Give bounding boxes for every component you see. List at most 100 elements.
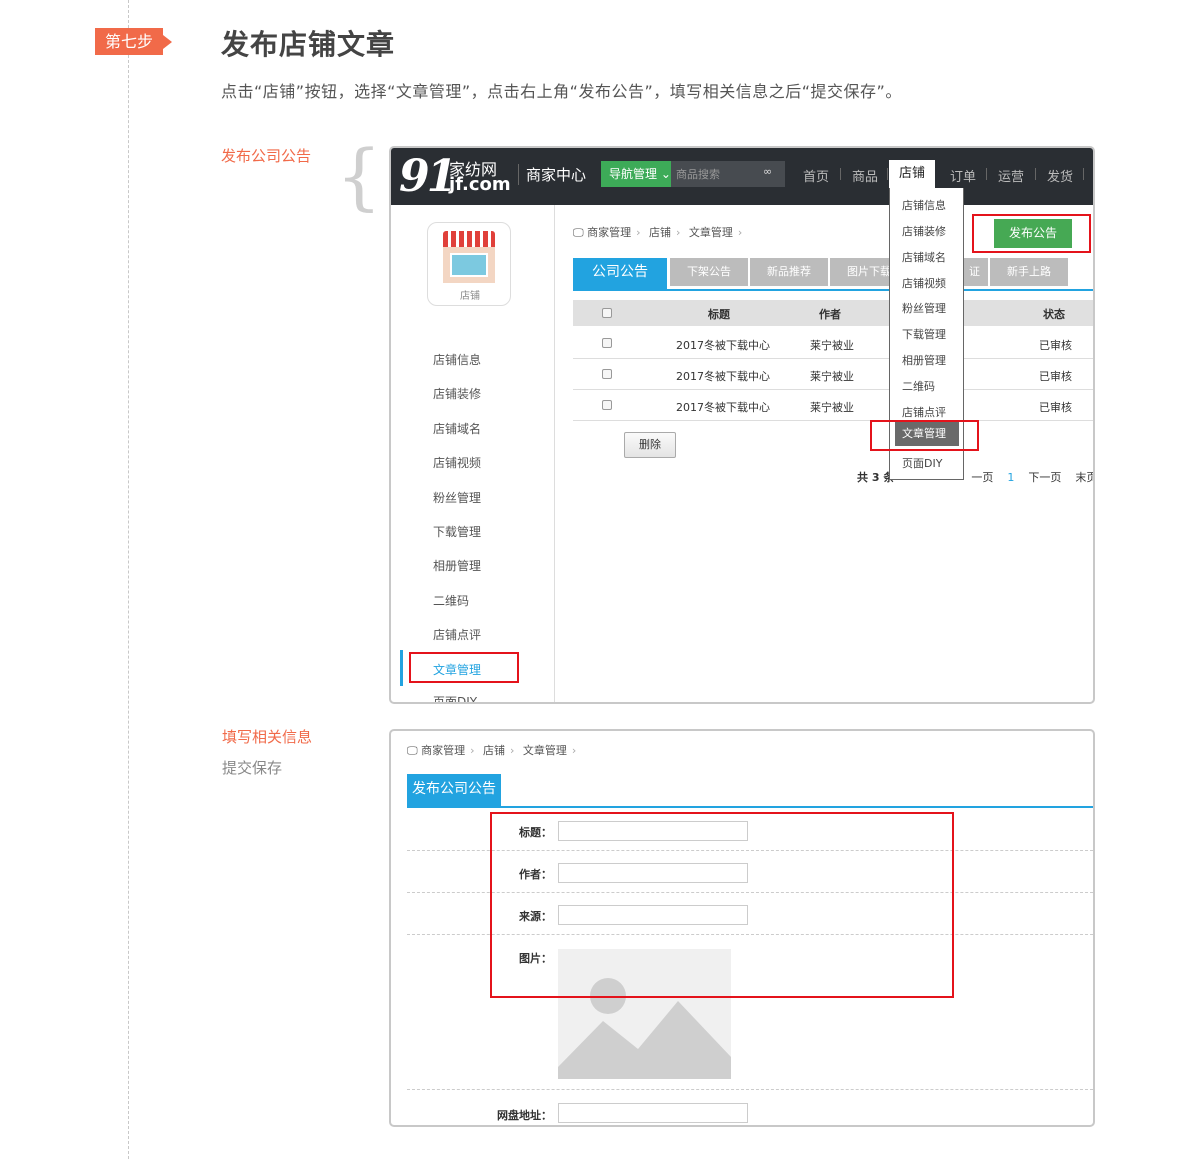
tab-bar: 公司公告 下架公告 新品推荐 图片下载 证 新手上路 (573, 258, 1093, 291)
row-title[interactable]: 2017冬被下载中心 (676, 337, 770, 353)
table-row: 2017冬被下载中心 莱宁被业 已审核 (573, 328, 1093, 359)
tab-underline (407, 806, 1093, 808)
pager-prev[interactable]: 一页 (971, 471, 993, 484)
product-search-input[interactable]: 商品搜索 ∞ (671, 161, 785, 187)
sidebar-item-shop-info[interactable]: 店铺信息 (433, 351, 481, 368)
dropdown-item[interactable]: 粉丝管理 (902, 300, 946, 316)
highlight-articles-sidebar (409, 652, 519, 683)
nav-separator (1083, 168, 1084, 180)
row-status: 已审核 (1039, 339, 1072, 352)
row-author: 莱宁被业 (810, 370, 854, 383)
tab-publish-announcement[interactable]: 发布公司公告 (407, 774, 501, 808)
tab-beginner[interactable]: 新手上路 (990, 258, 1068, 286)
nav-home[interactable]: 首页 (803, 166, 829, 185)
row-title[interactable]: 2017冬被下载中心 (676, 399, 770, 415)
highlight-publish-button (972, 214, 1091, 253)
monitor-icon: 🖵 (407, 744, 418, 757)
shop-icon-label: 店铺 (460, 291, 480, 302)
dropdown-item[interactable]: 相册管理 (902, 352, 946, 368)
logo-number: 91 (399, 151, 457, 202)
nav-separator (1035, 168, 1036, 180)
section-label-fill-info: 填写相关信息 (222, 728, 313, 746)
search-placeholder: 商品搜索 (676, 168, 720, 181)
shop-window (450, 253, 488, 277)
instruction-text: 点击“店铺”按钮，选择“文章管理”，点击右上角“发布公告”，填写相关信息之后“提… (221, 82, 902, 101)
sidebar-item-shop-domain[interactable]: 店铺域名 (433, 420, 481, 437)
row-title[interactable]: 2017冬被下载中心 (676, 368, 770, 384)
delete-button[interactable]: 删除 (624, 432, 676, 458)
nav-shipping[interactable]: 发货 (1047, 166, 1073, 185)
row-author: 莱宁被业 (810, 401, 854, 414)
dropdown-item[interactable]: 店铺装修 (902, 223, 946, 239)
table-row: 2017冬被下载中心 莱宁被业 已审核 (573, 359, 1093, 390)
dropdown-item[interactable]: 下载管理 (902, 326, 946, 342)
nav-operations[interactable]: 运营 (998, 166, 1024, 185)
merchant-center-title: 商家中心 (518, 164, 586, 185)
table-header: 标题 作者 状态 (573, 300, 1093, 326)
shop-awning (443, 231, 495, 247)
sidebar-item-qrcode[interactable]: 二维码 (433, 592, 469, 609)
netdisk-input[interactable] (558, 1103, 748, 1123)
row-author: 莱宁被业 (810, 339, 854, 352)
chevron-down-icon: ⌄ (660, 167, 671, 181)
dropdown-item[interactable]: 店铺视频 (902, 275, 946, 291)
dropdown-item[interactable]: 页面DIY (902, 455, 942, 471)
nav-products[interactable]: 商品 (852, 166, 878, 185)
top-nav-bar: 91 家纺网 jf.com 商家中心 导航管理 ⌄ 商品搜索 ∞ 首页 商品 店铺… (391, 148, 1093, 205)
sidebar-item-fans[interactable]: 粉丝管理 (433, 489, 481, 506)
sidebar-active-indicator (400, 650, 403, 686)
breadcrumb: 🖵 商家管理 › 店铺 › 文章管理 › (573, 226, 743, 239)
logo-en-text: jf.com (449, 174, 511, 195)
section-label-submit: 提交保存 (222, 759, 283, 777)
timeline-dashed-line (128, 0, 129, 1159)
nav-separator (840, 168, 841, 180)
col-author: 作者 (819, 308, 841, 321)
breadcrumb-item[interactable]: 文章管理 (689, 226, 733, 239)
tab-offshelf[interactable]: 下架公告 (670, 258, 748, 286)
tab-new-products[interactable]: 新品推荐 (750, 258, 828, 286)
nav-separator (986, 168, 987, 180)
pager-current[interactable]: 1 (1007, 471, 1014, 484)
sidebar-item-shop-video[interactable]: 店铺视频 (433, 454, 481, 471)
nav-manage-label: 导航管理 (609, 167, 658, 181)
binoculars-icon[interactable]: ∞ (763, 166, 779, 178)
page-title: 发布店铺文章 (221, 28, 396, 61)
step-badge: 第七步 (95, 28, 172, 55)
row-checkbox[interactable] (602, 338, 612, 348)
sidebar-item-shop-decoration[interactable]: 店铺装修 (433, 385, 481, 402)
tab-company-announcement[interactable]: 公司公告 (573, 258, 667, 291)
highlight-form-fields (490, 812, 954, 998)
shop-icon: 店铺 (427, 222, 511, 306)
dropdown-item[interactable]: 店铺点评 (902, 404, 946, 420)
row-status: 已审核 (1039, 401, 1072, 414)
row-checkbox[interactable] (602, 369, 612, 379)
row-divider (407, 1089, 1093, 1090)
sidebar-item-reviews[interactable]: 店铺点评 (433, 626, 481, 643)
breadcrumb-item[interactable]: 商家管理 (587, 226, 631, 239)
nav-separator (887, 168, 888, 180)
table-row: 2017冬被下载中心 莱宁被业 已审核 (573, 390, 1093, 421)
sidebar-item-downloads[interactable]: 下载管理 (433, 523, 481, 540)
screenshot-publish-form: 🖵 商家管理 › 店铺 › 文章管理 › 发布公司公告 标题： 作者： 来源： 图片：… (389, 729, 1095, 1127)
breadcrumb-item[interactable]: 店铺 (483, 744, 505, 757)
screenshot-article-list: 91 家纺网 jf.com 商家中心 导航管理 ⌄ 商品搜索 ∞ 首页 商品 店铺… (389, 146, 1095, 704)
select-all-checkbox[interactable] (602, 308, 612, 318)
row-checkbox[interactable] (602, 400, 612, 410)
dropdown-item[interactable]: 二维码 (902, 378, 935, 394)
sidebar-item-page-diy[interactable]: 页面DIY (433, 693, 477, 702)
breadcrumb-item[interactable]: 商家管理 (421, 744, 465, 757)
breadcrumb-item[interactable]: 文章管理 (523, 744, 567, 757)
col-status: 状态 (1043, 308, 1065, 321)
nav-orders[interactable]: 订单 (950, 166, 976, 185)
brace-decoration: { (336, 134, 382, 218)
dropdown-item[interactable]: 店铺域名 (902, 249, 946, 265)
nav-manage-dropdown[interactable]: 导航管理 ⌄ (601, 161, 671, 187)
row-status: 已审核 (1039, 370, 1072, 383)
pager-next[interactable]: 下一页 (1028, 471, 1061, 484)
breadcrumb-item[interactable]: 店铺 (649, 226, 671, 239)
section-label-publish: 发布公司公告 (221, 147, 312, 165)
sidebar-item-album[interactable]: 相册管理 (433, 557, 481, 574)
pager-last[interactable]: 末页 (1075, 471, 1093, 484)
sidebar: 店铺 店铺信息 店铺装修 店铺域名 店铺视频 粉丝管理 下载管理 相册管理 二维… (400, 205, 555, 702)
dropdown-item[interactable]: 店铺信息 (902, 197, 946, 213)
